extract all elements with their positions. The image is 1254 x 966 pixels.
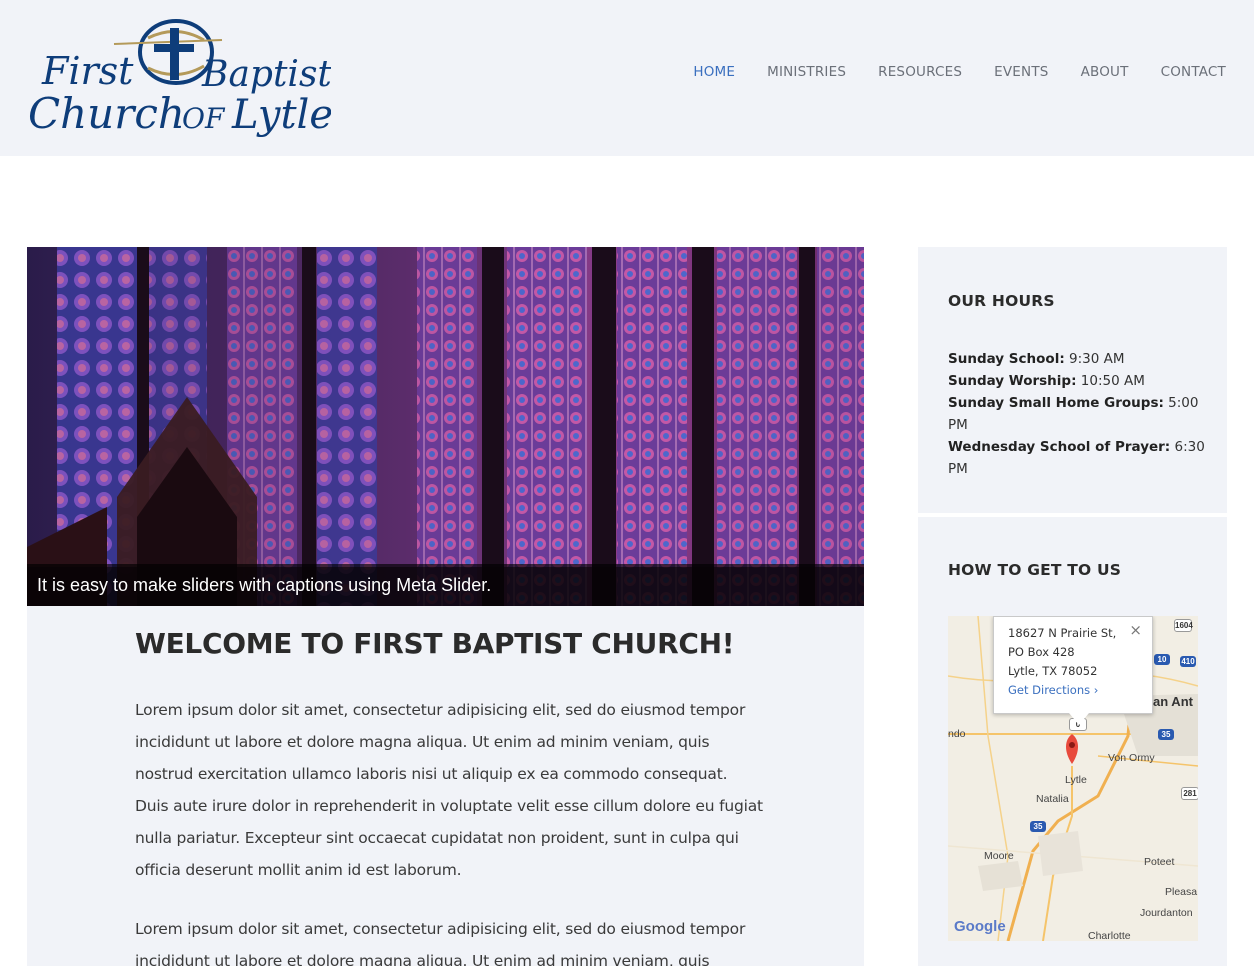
church-logo[interactable]: First Baptist Church OF Lytle xyxy=(26,16,331,138)
map-label-san-antonio: an Ant xyxy=(1153,694,1193,709)
slider-caption: It is easy to make sliders with captions… xyxy=(27,564,864,606)
nav-contact[interactable]: CONTACT xyxy=(1161,64,1226,80)
nav-resources[interactable]: RESOURCES xyxy=(878,64,962,80)
map-label-jourdanton: Jourdanton xyxy=(1140,907,1193,919)
hours-value: 10:50 AM xyxy=(1080,373,1145,389)
hours-label: Wednesday School of Prayer: xyxy=(948,439,1171,455)
map-label-ndo: ndo xyxy=(948,728,966,740)
address-line-2: PO Box 428 xyxy=(1008,645,1075,659)
logo-text-lytle: Lytle xyxy=(231,92,331,138)
logo-text-first: First xyxy=(41,49,134,93)
hours-title: OUR HOURS xyxy=(948,292,1055,310)
hours-label: Sunday Small Home Groups: xyxy=(948,395,1164,411)
main-nav: HOME MINISTRIES RESOURCES EVENTS ABOUT C… xyxy=(661,64,1226,80)
google-map[interactable]: Lytle Natalia Von Ormy Moore Poteet Plea… xyxy=(948,616,1198,941)
directions-widget: HOW TO GET TO US Lytle Natalia Von Ormy … xyxy=(918,517,1227,966)
map-info-window: × 18627 N Prairie St, PO Box 428 Lytle, … xyxy=(993,616,1153,725)
map-shield-10: 10 xyxy=(1154,654,1170,665)
body-paragraph-1: Lorem ipsum dolor sit amet, consectetur … xyxy=(135,701,763,879)
map-label-pleasanton: Pleasa xyxy=(1165,886,1198,898)
map-shield-35: 35 xyxy=(1158,729,1174,740)
map-label-moore: Moore xyxy=(984,850,1014,862)
hours-value: 9:30 AM xyxy=(1069,351,1125,367)
nav-ministries[interactable]: MINISTRIES xyxy=(767,64,846,80)
map-shield-281: 281 xyxy=(1181,787,1198,800)
map-shield-1604: 1604 xyxy=(1174,619,1193,632)
stained-glass-image xyxy=(27,247,864,606)
directions-title: HOW TO GET TO US xyxy=(948,561,1122,579)
hours-item: Wednesday School of Prayer: 6:30 PM xyxy=(948,436,1208,480)
google-logo: Google xyxy=(954,918,1006,935)
address-line-3: Lytle, TX 78052 xyxy=(1008,664,1098,678)
close-icon[interactable]: × xyxy=(1129,621,1142,640)
map-shield-410: 410 xyxy=(1180,656,1196,667)
hours-label: Sunday Worship: xyxy=(948,373,1077,389)
get-directions-link[interactable]: Get Directions › xyxy=(1008,681,1138,700)
nav-home[interactable]: HOME xyxy=(693,64,735,80)
map-label-natalia: Natalia xyxy=(1036,793,1069,805)
body-paragraph-2: Lorem ipsum dolor sit amet, consectetur … xyxy=(135,920,746,966)
nav-events[interactable]: EVENTS xyxy=(994,64,1048,80)
hours-item: Sunday Small Home Groups: 5:00 PM xyxy=(948,392,1208,436)
hours-item: Sunday Worship: 10:50 AM xyxy=(948,370,1208,392)
map-label-lytle: Lytle xyxy=(1065,774,1087,786)
nav-about[interactable]: ABOUT xyxy=(1081,64,1129,80)
map-label-von-ormy: Von Ormy xyxy=(1108,752,1155,764)
hours-list: Sunday School: 9:30 AM Sunday Worship: 1… xyxy=(948,348,1208,480)
logo-text-baptist: Baptist xyxy=(201,54,331,95)
address-line-1: 18627 N Prairie St, xyxy=(1008,626,1117,640)
page-title: WELCOME TO FIRST BAPTIST CHURCH! xyxy=(135,627,735,660)
hours-item: Sunday School: 9:30 AM xyxy=(948,348,1208,370)
map-label-poteet: Poteet xyxy=(1144,856,1175,868)
logo-text-of: OF xyxy=(182,102,226,135)
map-shield-35-south: 35 xyxy=(1030,821,1046,832)
hours-widget: OUR HOURS Sunday School: 9:30 AM Sunday … xyxy=(918,247,1227,513)
logo-text-church: Church xyxy=(28,89,185,138)
image-slider[interactable]: It is easy to make sliders with captions… xyxy=(27,247,864,606)
map-label-charlotte: Charlotte xyxy=(1088,930,1131,941)
hours-label: Sunday School: xyxy=(948,351,1065,367)
welcome-section: WELCOME TO FIRST BAPTIST CHURCH! Lorem i… xyxy=(135,627,765,966)
site-header: First Baptist Church OF Lytle HOME MINIS… xyxy=(0,0,1254,156)
main-content: It is easy to make sliders with captions… xyxy=(27,247,864,966)
